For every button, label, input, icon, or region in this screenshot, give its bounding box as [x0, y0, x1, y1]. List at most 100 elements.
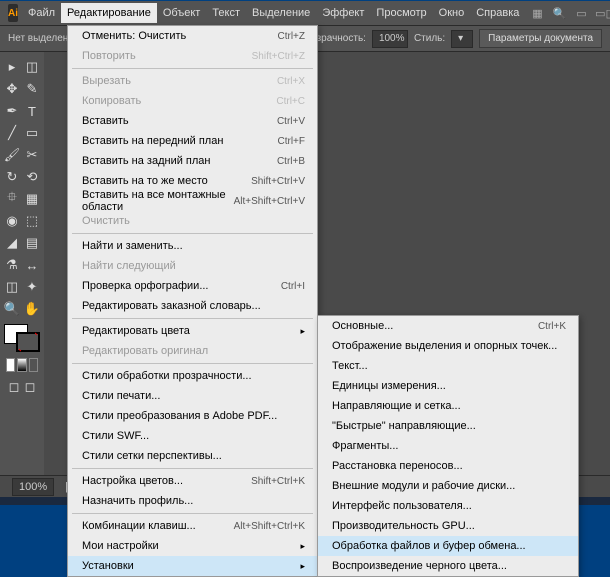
menu-окно[interactable]: Окно — [433, 3, 471, 23]
stroke-color-icon[interactable] — [16, 332, 40, 352]
menu-item-label: Единицы измерения... — [332, 380, 446, 392]
menu-item[interactable]: Направляющие и сетка... — [318, 396, 578, 416]
menu-item[interactable]: Отображение выделения и опорных точек... — [318, 336, 578, 356]
tool-icon[interactable]: ▭ — [23, 123, 41, 143]
tool-icon[interactable]: ╱ — [3, 123, 21, 143]
tool-icon[interactable]: ⬚ — [23, 211, 41, 231]
tool-icon[interactable]: 🔍 — [3, 299, 21, 319]
menu-эффект[interactable]: Эффект — [316, 3, 370, 23]
menu-item[interactable]: Текст... — [318, 356, 578, 376]
screen-mode-icon[interactable]: ◻ — [7, 377, 21, 397]
menu-item[interactable]: Стили преобразования в Adobe PDF... — [68, 406, 317, 426]
tool-icon[interactable]: ✒ — [3, 101, 21, 121]
menu-item[interactable]: Вставить на то же местоShift+Ctrl+V — [68, 171, 317, 191]
menu-shortcut: Ctrl+V — [277, 116, 305, 127]
menu-item[interactable]: Единицы измерения... — [318, 376, 578, 396]
document-params-button[interactable]: Параметры документа — [479, 29, 602, 48]
menu-item-label: Интерфейс пользователя... — [332, 500, 472, 512]
menu-item-label: Найти и заменить... — [82, 240, 183, 252]
menu-item[interactable]: Интерфейс пользователя... — [318, 496, 578, 516]
menu-item-label: Отображение выделения и опорных точек... — [332, 340, 557, 352]
opacity-field[interactable]: 100% — [372, 30, 408, 48]
tool-icon[interactable]: ◫ — [3, 277, 21, 297]
menu-item[interactable]: Проверка орфографии...Ctrl+I — [68, 276, 317, 296]
menu-item[interactable]: Стили обработки прозрачности... — [68, 366, 317, 386]
menu-item[interactable]: Воспроизведение черного цвета... — [318, 556, 578, 576]
menu-item[interactable]: Обработка файлов и буфер обмена... — [318, 536, 578, 556]
menu-shortcut: Ctrl+K — [538, 321, 566, 332]
tool-icon[interactable]: ▸ — [3, 57, 21, 77]
tool-icon[interactable]: ↔ — [23, 255, 41, 275]
color-none-icon[interactable] — [29, 358, 38, 372]
menu-item[interactable]: Фрагменты... — [318, 436, 578, 456]
menu-справка[interactable]: Справка — [470, 3, 525, 23]
menu-item[interactable]: Мои настройки — [68, 536, 317, 556]
layout-icon[interactable]: ▭ — [573, 5, 589, 21]
color-solid-icon[interactable] — [6, 358, 15, 372]
tool-icon[interactable]: ▤ — [23, 233, 41, 253]
menu-item[interactable]: Стили сетки перспективы... — [68, 446, 317, 466]
tool-icon[interactable]: ✂ — [23, 145, 41, 165]
menu-item[interactable]: Производительность GPU... — [318, 516, 578, 536]
style-dropdown[interactable]: ▾ — [451, 30, 473, 48]
search-icon[interactable]: 🔍 — [551, 5, 567, 21]
preferences-submenu: Основные...Ctrl+K Отображение выделения и… — [317, 315, 579, 577]
menu-item-label: Редактировать цвета — [82, 325, 190, 337]
menu-item[interactable]: Расстановка переносов... — [318, 456, 578, 476]
menu-item[interactable]: Назначить профиль... — [68, 491, 317, 511]
tool-icon[interactable]: ◫ — [23, 57, 41, 77]
tool-icon[interactable]: T — [23, 101, 41, 121]
menu-item[interactable]: Основные...Ctrl+K — [318, 316, 578, 336]
menu-выделение[interactable]: Выделение — [246, 3, 316, 23]
tool-icon[interactable]: ◢ — [3, 233, 21, 253]
tool-icon[interactable]: ✎ — [23, 79, 41, 99]
menu-item[interactable]: Вставить на все монтажные областиAlt+Shi… — [68, 191, 317, 211]
menu-item-label: Вставить на все монтажные области — [82, 189, 234, 213]
arrange-icon[interactable]: ▭▯ — [595, 5, 610, 21]
menu-item[interactable]: Комбинации клавиш...Alt+Shift+Ctrl+K — [68, 516, 317, 536]
menu-shortcut: Ctrl+F — [278, 136, 306, 147]
tool-icon[interactable]: ◉ — [3, 211, 21, 231]
color-gradient-icon[interactable] — [17, 358, 26, 372]
menu-объект[interactable]: Объект — [157, 3, 206, 23]
tool-icon[interactable]: ⯐ — [3, 189, 21, 209]
menu-shortcut: Ctrl+I — [281, 281, 305, 292]
tool-icon[interactable]: ⟲ — [23, 167, 41, 187]
menu-item[interactable]: Внешние модули и рабочие диски... — [318, 476, 578, 496]
menu-редактирование[interactable]: Редактирование — [61, 3, 157, 23]
tool-icon[interactable]: ⚗ — [3, 255, 21, 275]
menu-текст[interactable]: Текст — [206, 3, 246, 23]
zoom-field[interactable]: 100% — [12, 478, 54, 496]
menu-просмотр[interactable]: Просмотр — [370, 3, 432, 23]
menu-item[interactable]: Найти и заменить... — [68, 236, 317, 256]
menu-файл[interactable]: Файл — [22, 3, 61, 23]
menu-item[interactable]: Отменить: ОчиститьCtrl+Z — [68, 26, 317, 46]
menu-separator — [72, 468, 313, 469]
tool-icon[interactable]: ↻ — [3, 167, 21, 187]
window-grid-icon[interactable]: ▦ — [529, 5, 545, 21]
menu-item[interactable]: Настройка цветов...Shift+Ctrl+K — [68, 471, 317, 491]
menu-item[interactable]: Вставить на передний планCtrl+F — [68, 131, 317, 151]
screen-mode-alt-icon[interactable]: ◻ — [23, 377, 37, 397]
menu-item[interactable]: Вставить на задний планCtrl+B — [68, 151, 317, 171]
tool-icon[interactable]: 🖌 — [3, 145, 21, 165]
tool-icon[interactable]: ▦ — [23, 189, 41, 209]
menu-item-label: Мои настройки — [82, 540, 159, 552]
menu-item[interactable]: ВставитьCtrl+V — [68, 111, 317, 131]
menu-shortcut: Alt+Shift+Ctrl+K — [234, 521, 305, 532]
fill-stroke-swatch[interactable] — [4, 324, 40, 352]
menu-item-label: Установки — [82, 560, 134, 572]
menu-item-label: Внешние модули и рабочие диски... — [332, 480, 515, 492]
menu-item: Очистить — [68, 211, 317, 231]
tool-icon[interactable]: ✋ — [23, 299, 41, 319]
tool-icon[interactable]: ✥ — [3, 79, 21, 99]
menu-item[interactable]: Редактировать цвета — [68, 321, 317, 341]
menu-item-label: Фрагменты... — [332, 440, 398, 452]
menu-item[interactable]: Стили SWF... — [68, 426, 317, 446]
menu-item[interactable]: "Быстрые" направляющие... — [318, 416, 578, 436]
menu-item[interactable]: Стили печати... — [68, 386, 317, 406]
tool-icon[interactable]: ✦ — [23, 277, 41, 297]
menu-item[interactable]: Установки — [68, 556, 317, 576]
menu-item[interactable]: Редактировать заказной словарь... — [68, 296, 317, 316]
menu-item-label: Вставить на то же место — [82, 175, 208, 187]
